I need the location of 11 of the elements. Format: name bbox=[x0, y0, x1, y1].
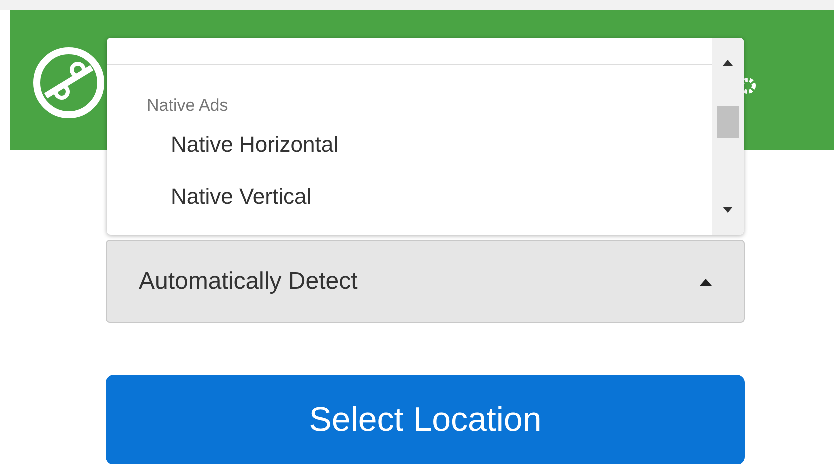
scrollbar[interactable] bbox=[712, 38, 744, 235]
dropdown-option[interactable]: Native Horizontal bbox=[107, 118, 712, 170]
select-location-button[interactable]: Select Location bbox=[106, 375, 745, 464]
group-label: Native Ads bbox=[147, 95, 230, 117]
scroll-up-icon[interactable] bbox=[723, 60, 733, 66]
caret-icon bbox=[700, 278, 712, 286]
dropdown-option[interactable]: Native Vertical bbox=[107, 170, 712, 222]
scroll-down-icon[interactable] bbox=[723, 207, 733, 213]
location-select[interactable]: Automatically Detect bbox=[106, 240, 745, 323]
logo-icon bbox=[32, 46, 106, 120]
scrollbar-thumb[interactable] bbox=[717, 106, 739, 138]
